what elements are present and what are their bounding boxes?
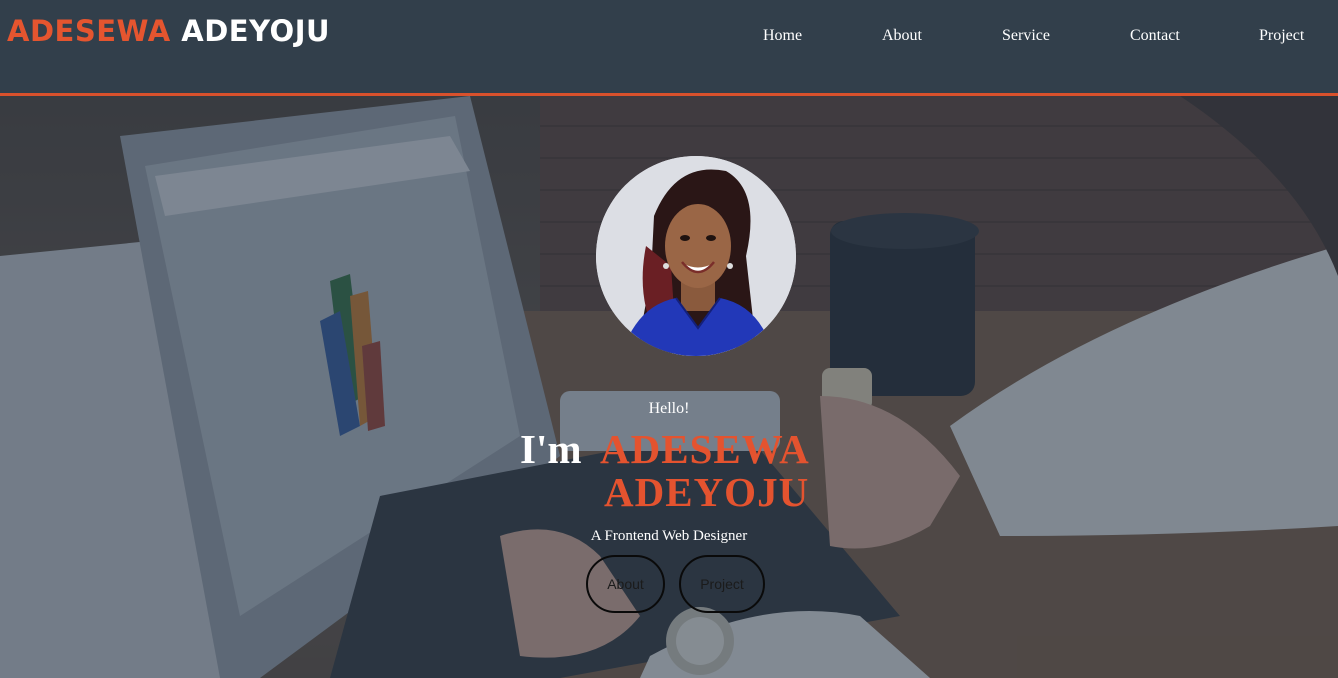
nav-about-link[interactable]: About [882,26,922,46]
logo-first-name: ADESEWA [7,14,171,48]
project-button[interactable]: Project [679,555,765,613]
about-button[interactable]: About [586,555,665,613]
hero-intro: I'm [520,426,582,472]
page: ADESEWA ADEYOJU Home About Service Conta… [0,0,1338,678]
navbar: ADESEWA ADEYOJU Home About Service Conta… [0,0,1338,96]
profile-avatar [596,156,796,356]
nav-service-link[interactable]: Service [1002,26,1050,46]
profile-photo-icon [596,156,796,356]
hero-name-line1: ADESEWA [600,426,810,472]
site-logo[interactable]: ADESEWA ADEYOJU [7,14,330,48]
logo-last-name: ADEYOJU [181,14,331,48]
nav-home-link[interactable]: Home [763,26,802,46]
hero-tagline: A Frontend Web Designer [590,528,748,544]
hero-headline: I'm ADESEWA ADEYOJU [520,426,840,514]
nav-contact-link[interactable]: Contact [1130,26,1180,46]
nav-project-link[interactable]: Project [1259,26,1304,46]
hero-greeting: Hello! [648,400,690,417]
hero-name-line2: ADEYOJU [604,469,810,515]
